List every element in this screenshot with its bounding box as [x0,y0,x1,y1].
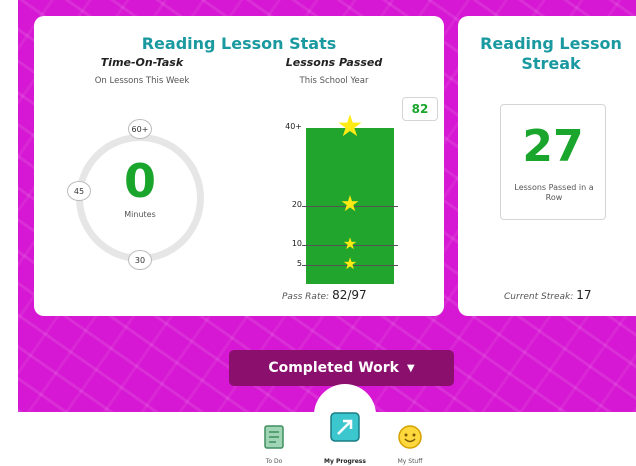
pass-rate-value: 82/97 [332,288,367,302]
todo-list-icon [264,425,284,449]
smiley-icon [398,425,422,449]
reading-lesson-stats-card: Reading Lesson Stats Time-On-Task On Les… [34,16,444,316]
nav-item-my-stuff[interactable]: My Stuff [380,424,440,465]
pass-rate: Pass Rate: 82/97 [282,288,367,302]
lessons-passed-heading: Lessons Passed [285,56,383,69]
nav-label-to-do: To Do [265,458,283,465]
milestone-star-icon: ★ [342,234,358,254]
time-on-task-caption: On Lessons This Week [94,76,190,86]
current-streak: Current Streak: 17 [504,288,592,302]
marker-bottom: 30 [128,250,152,270]
minutes-label: Minutes [124,210,156,219]
streak-card-title: Reading Lesson Streak [480,34,622,73]
completed-work-button[interactable]: Completed Work ▼ [229,350,454,386]
marker-left: 45 [67,181,91,201]
nav-item-to-do[interactable]: To Do [244,424,304,465]
current-streak-value: 17 [576,288,592,302]
streak-caption: Lessons Passed in a Row [514,183,594,202]
nav-item-my-progress[interactable]: My Progress [315,412,375,465]
caret-down-icon: ▼ [406,362,415,374]
tick-label: 40+ [285,122,302,131]
lessons-passed-count: 82 [402,97,438,121]
milestone-star-icon: ★ [342,253,358,273]
lessons-passed-caption: This School Year [299,76,369,86]
lessons-passed-chart: 40+ ★ 20 ★ 10 ★ 5 ★ [284,108,398,288]
streak-box: 27 Lessons Passed in a Row [500,104,606,220]
current-streak-label: Current Streak: [504,292,574,302]
milestone-star-icon: ★ [340,191,360,217]
streak-value: 27 [522,121,584,172]
milestone-star-icon: ★ [336,108,364,144]
stats-card-title: Reading Lesson Stats [141,34,337,53]
tick-label: 20 [291,200,302,209]
reading-lesson-streak-card: Reading Lesson Streak 27 Lessons Passed … [458,16,636,316]
tick-label: 5 [296,258,302,268]
completed-work-label: Completed Work [268,360,399,376]
progress-arrow-icon [330,412,360,442]
bottom-nav: To Do My Progress My Stuff [18,412,636,466]
nav-label-my-progress: My Progress [324,458,366,465]
nav-label-my-stuff: My Stuff [397,458,423,465]
app-frame: Reading Lesson Stats Time-On-Task On Les… [18,0,636,466]
tick-label: 10 [291,239,302,248]
time-on-task-value: 0 [123,154,156,208]
pass-rate-label: Pass Rate: [282,292,330,302]
time-on-task-heading: Time-On-Task [100,56,184,69]
marker-top: 60+ [128,119,152,139]
